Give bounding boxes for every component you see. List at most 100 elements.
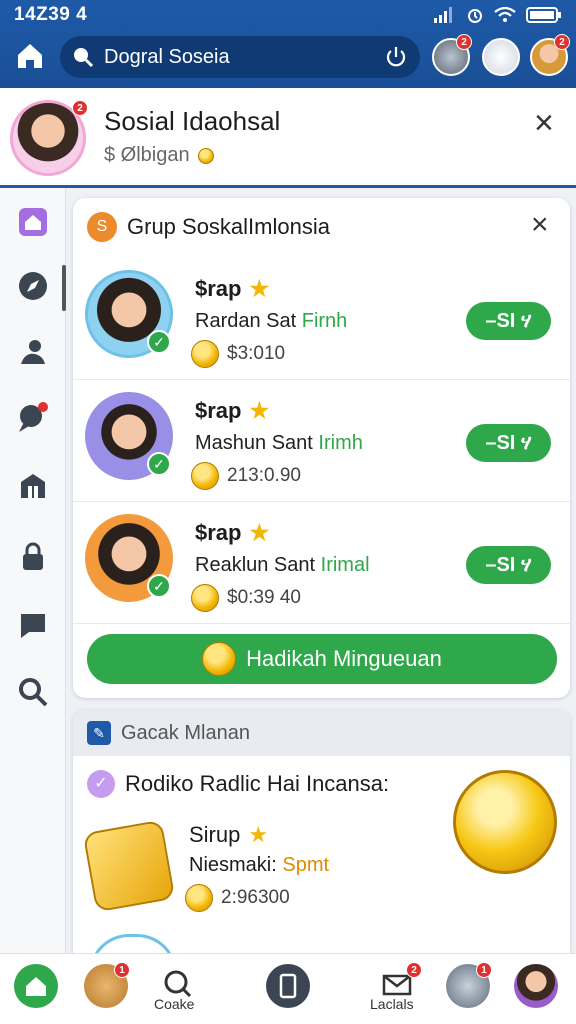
member-amount-value: 213:0.90 [227,465,301,486]
member-subtitle: Mashun Sant Irimh [195,432,363,455]
wifi-icon [494,6,516,28]
member-row[interactable]: ✓ $rap ★ Mashun Sant Irimh 213:0.90 –SI ሃ [73,382,570,502]
member-row[interactable]: ✓ $rap ★ Reaklun Sant Irimal $0:39 40 –SI… [73,504,570,624]
reward-line-prefix: Niesmaki: [189,854,283,876]
scrollbar[interactable] [62,265,66,311]
power-icon[interactable] [384,45,408,69]
compass-icon[interactable] [17,270,49,302]
member-title: $rap ★ [195,520,269,546]
notification-badge: 1 [114,962,130,978]
home-icon [26,977,46,996]
star-icon: ★ [249,398,270,423]
profile-header: 2 Sosial Idaohsal $ Ølbigan × [0,88,576,188]
primary-action-button[interactable]: Hadikah Mingueuan [87,634,557,684]
bottom-nav: 1 Coake 2 Laclals 1 [0,953,576,1024]
chat-icon[interactable] [17,402,49,434]
profile-subtitle: $ Ølbigan [104,144,214,167]
group-icon: S [87,212,117,242]
user-icon[interactable] [17,336,49,368]
search-tab-label: Coake [154,996,195,1012]
check-icon: ✓ [87,770,115,798]
member-amount-value: $0:39 40 [227,587,301,608]
lock-icon[interactable] [17,540,49,572]
coin-icon [191,462,219,490]
verified-icon: ✓ [147,452,171,476]
star-icon: ★ [248,822,269,847]
search-input[interactable]: Dogral Soseia [104,46,384,69]
center-tab[interactable] [266,964,310,1008]
left-rail [0,188,66,953]
member-amount: 213:0.90 [191,462,301,490]
member-label: $rap [195,276,242,301]
member-subtitle: Reaklun Sant Irimal [195,554,370,577]
member-amount-value: $3:010 [227,343,286,364]
group-card: S Grup SoskalImlonsia × ✓ $rap ★ Rardan S… [73,198,570,698]
member-sub-prefix: Reaklun Sant [195,554,321,576]
mail-tab-label: Laclals [370,996,414,1012]
edit-icon: ✎ [87,721,111,745]
member-label: $rap [195,520,242,545]
coin-icon [191,340,219,368]
close-icon[interactable]: × [534,106,554,140]
mail-badge: 2 [406,962,422,978]
member-title: $rap ★ [195,276,269,302]
profile-badge: 2 [72,100,88,116]
reward-subtitle: ✓ Rodiko Radlic Hai Incansa: [87,770,389,798]
member-avatar [89,934,177,953]
group-card-header: S Grup SoskalImlonsia [87,212,330,242]
notification-badge: 1 [476,962,492,978]
primary-action-label: Hadikah Mingueuan [246,646,442,671]
coin-icon [191,584,219,612]
gold-coin-icon[interactable] [453,770,557,874]
reward-section-header: ✎ Gacak Mlanan [73,710,570,756]
message-icon[interactable] [17,608,49,640]
member-label: $rap [195,398,242,423]
signal-icon [434,7,456,28]
reward-subtitle-text: Rodiko Radlic Hai Incansa: [125,771,390,796]
reward-amount-value: 2:96300 [221,887,290,908]
search-bar[interactable]: Dogral Soseia [60,36,420,78]
coin-icon [202,642,237,676]
notification-badge: 2 [456,34,472,50]
member-sub-highlight: Firnh [301,310,348,332]
reward-item-label: Sirup [189,822,241,847]
member-title: $rap ★ [195,398,269,424]
star-icon: ★ [249,276,270,301]
home-icon[interactable] [17,206,49,238]
reward-section: ✎ Gacak Mlanan ✓ Rodiko Radlic Hai Incan… [73,710,570,953]
top-app-bar: 14Z39 4 Dogral Soseia 2 2 [0,0,576,88]
search-icon [74,48,94,68]
profile-avatar[interactable] [514,964,558,1008]
reward-line-highlight: Spmt [282,854,330,876]
search-icon[interactable] [17,676,49,708]
member-sub-highlight: Irimh [318,432,363,454]
member-amount: $3:010 [191,340,285,368]
verified-icon: ✓ [147,574,171,598]
alarm-icon [466,6,484,29]
member-action-button[interactable]: –SI ሃ [466,424,551,462]
group-card-title: Grup SoskalImlonsia [127,214,330,239]
home-icon [18,44,42,68]
reward-section-title: Gacak Mlanan [121,721,250,744]
member-sub-prefix: Rardan Sat [195,310,302,332]
battery-icon [526,6,562,29]
home-tab[interactable] [14,964,58,1008]
member-amount: $0:39 40 [191,584,301,612]
coin-icon [197,147,214,164]
verified-icon: ✓ [147,330,171,354]
member-action-button[interactable]: –SI ሃ [466,546,551,584]
close-icon[interactable]: × [531,210,549,240]
dog-avatar[interactable] [482,38,520,76]
profile-name: Sosial Idaohsal [104,106,281,136]
status-icons [434,6,562,29]
store-icon[interactable] [17,470,49,502]
home-button[interactable] [14,40,46,72]
member-sub-prefix: Mashun Sant [195,432,319,454]
member-action-button[interactable]: –SI ሃ [466,302,551,340]
member-subtitle: Rardan Sat Firnh [195,310,347,333]
member-row[interactable]: ✓ $rap ★ Rardan Sat Firnh $3:010 –SI ሃ [73,260,570,380]
reward-item-amount: 2:96300 [185,884,290,912]
profile-subtitle-text: $ Ølbigan [104,144,190,166]
coin-icon [185,884,213,912]
reward-item-line: Niesmaki: Spmt [189,854,329,877]
